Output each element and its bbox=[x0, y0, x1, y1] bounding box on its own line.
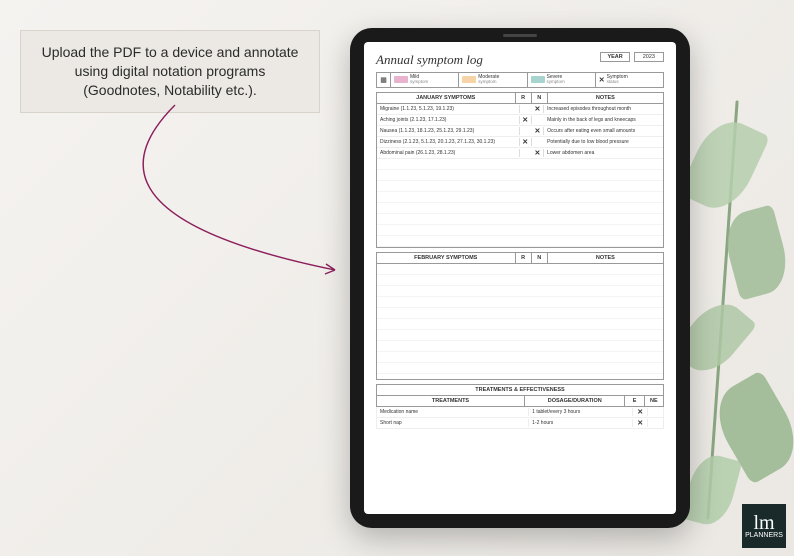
table-row[interactable]: Abdominal pain (26.1.23, 28.1.23)✕Lower … bbox=[377, 148, 663, 159]
february-heading: FEBRUARY SYMPTOMS bbox=[377, 253, 516, 263]
february-section: FEBRUARY SYMPTOMS R N NOTES bbox=[376, 252, 664, 380]
table-row[interactable]: Dizziness (2.1.23, 5.1.23, 20.1.23, 27.1… bbox=[377, 137, 663, 148]
year-label: YEAR bbox=[600, 52, 629, 62]
legend-moderate: Moderatesymptom bbox=[459, 73, 527, 87]
col-n: N bbox=[532, 93, 548, 103]
col-r: R bbox=[516, 253, 532, 263]
col-n: N bbox=[532, 253, 548, 263]
year-value[interactable]: 2023 bbox=[634, 52, 664, 62]
legend-mild: Mildsymptom bbox=[391, 73, 459, 87]
callout-text: Upload the PDF to a device and annotate … bbox=[42, 44, 299, 98]
tablet-device: Annual symptom log YEAR 2023 ▦ Mildsympt… bbox=[350, 28, 690, 528]
brand-sub: PLANNERS bbox=[745, 532, 783, 539]
swatch-moderate bbox=[462, 76, 476, 83]
brand-logo: lm PLANNERS bbox=[742, 504, 786, 548]
pdf-page[interactable]: Annual symptom log YEAR 2023 ▦ Mildsympt… bbox=[364, 42, 676, 514]
legend-severe: Severesymptom bbox=[528, 73, 596, 87]
brand-logo-text: lm bbox=[753, 514, 774, 532]
notes-heading: NOTES bbox=[548, 93, 663, 103]
table-row[interactable]: Nausea (1.1.23, 18.1.23, 25.1.23, 29.1.2… bbox=[377, 126, 663, 137]
grid-icon: ▦ bbox=[377, 73, 391, 87]
year-box: YEAR 2023 bbox=[600, 52, 664, 62]
table-row[interactable]: Short nap 1-2 hours ✕ bbox=[376, 418, 664, 429]
january-heading: JANUARY SYMPTOMS bbox=[377, 93, 516, 103]
treatments-header: TREATMENTS DOSAGE/DURATION E NE bbox=[376, 395, 664, 407]
legend-status: ✕ Symptomstatus bbox=[596, 73, 663, 87]
col-r: R bbox=[516, 93, 532, 103]
january-section: JANUARY SYMPTOMS R N NOTES Migraine (1.1… bbox=[376, 92, 664, 248]
february-blank-rows[interactable] bbox=[377, 264, 663, 379]
arrow-icon bbox=[55, 95, 355, 315]
x-icon: ✕ bbox=[599, 76, 605, 84]
january-blank-rows[interactable] bbox=[377, 159, 663, 247]
treatments-title: TREATMENTS & EFFECTIVENESS bbox=[376, 384, 664, 395]
table-row[interactable]: Migraine (1.1.23, 5.1.23, 19.1.23)✕Incre… bbox=[377, 104, 663, 115]
decorative-leaf bbox=[678, 112, 770, 219]
table-row[interactable]: Medication name 1 tablet/every 3 hours ✕ bbox=[376, 407, 664, 418]
legend-bar: ▦ Mildsymptom Moderatesymptom Severesymp… bbox=[376, 72, 664, 88]
swatch-mild bbox=[394, 76, 408, 83]
notes-heading: NOTES bbox=[548, 253, 663, 263]
table-row[interactable]: Aching joints (2.1.23, 17.1.23)✕Mainly i… bbox=[377, 115, 663, 126]
swatch-severe bbox=[531, 76, 545, 83]
page-title: Annual symptom log bbox=[376, 52, 483, 68]
